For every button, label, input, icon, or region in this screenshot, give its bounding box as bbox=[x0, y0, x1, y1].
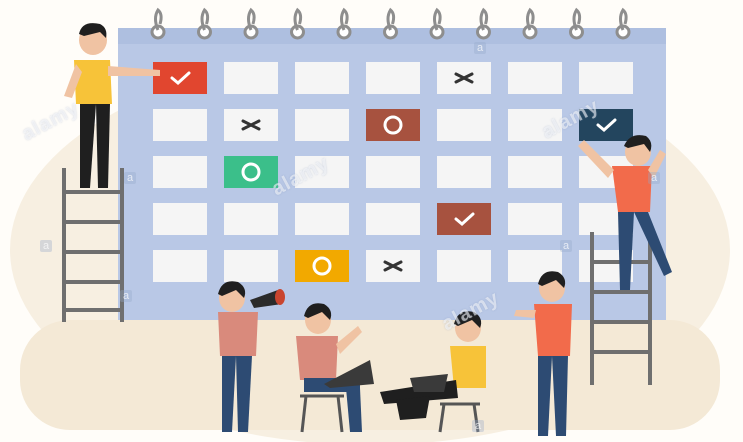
calendar-cell bbox=[366, 62, 420, 94]
calendar-cell bbox=[295, 203, 349, 235]
calendar-cell bbox=[508, 62, 562, 94]
calendar-cell bbox=[153, 250, 207, 282]
calendar-cell bbox=[508, 109, 562, 141]
calendar-cell bbox=[437, 109, 491, 141]
calendar-cell bbox=[437, 156, 491, 188]
marked-cell bbox=[437, 203, 491, 235]
marked-cell bbox=[224, 156, 278, 188]
marked-cell bbox=[579, 109, 633, 141]
calendar-cell bbox=[437, 250, 491, 282]
calendar-cell bbox=[295, 62, 349, 94]
calendar-cell bbox=[153, 109, 207, 141]
calendar-cell bbox=[153, 156, 207, 188]
calendar-cell bbox=[366, 156, 420, 188]
calendar-cell bbox=[153, 203, 207, 235]
marked-cell bbox=[153, 62, 207, 94]
calendar-cell bbox=[224, 62, 278, 94]
calendar-cell bbox=[295, 109, 349, 141]
calendar-cell bbox=[508, 156, 562, 188]
calendar-cell bbox=[224, 203, 278, 235]
marked-cell bbox=[295, 250, 349, 282]
calendar-illustration bbox=[0, 0, 743, 442]
calendar-cell bbox=[579, 62, 633, 94]
calendar-cell bbox=[224, 250, 278, 282]
marked-cell bbox=[366, 109, 420, 141]
calendar-cell bbox=[508, 203, 562, 235]
calendar-cell bbox=[295, 156, 349, 188]
calendar-cell bbox=[366, 203, 420, 235]
